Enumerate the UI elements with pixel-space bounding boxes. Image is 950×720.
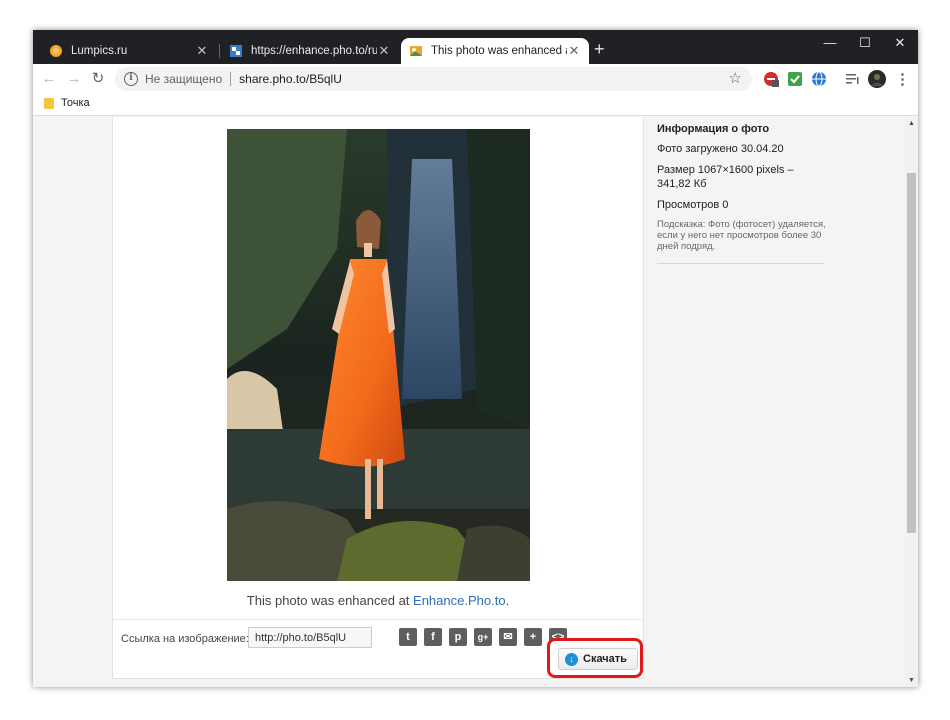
scroll-thumb[interactable] — [907, 173, 916, 533]
download-arrow-icon: ↓ — [565, 652, 578, 666]
bookmarks-bar: Точка — [33, 94, 918, 116]
pinterest-icon[interactable]: p — [449, 628, 467, 646]
close-tab-icon[interactable]: ✕ — [567, 43, 581, 59]
browser-window: Lumpics.ru ✕ https://enhance.pho.to/ru/ … — [33, 30, 918, 687]
browser-toolbar: ← → ↻ i Не защищено share.pho.to/B5qlU ☆… — [33, 64, 918, 94]
reading-list-icon[interactable] — [844, 71, 860, 87]
tab-strip: Lumpics.ru ✕ https://enhance.pho.to/ru/ … — [33, 30, 918, 64]
caption-period: . — [505, 593, 510, 608]
folder-icon — [44, 97, 54, 109]
adblock-extension-icon[interactable] — [763, 71, 779, 87]
close-tab-icon[interactable]: ✕ — [195, 43, 209, 59]
vpn-globe-icon[interactable] — [811, 71, 827, 87]
address-bar[interactable]: i Не защищено share.pho.to/B5qlU ☆ — [115, 67, 752, 91]
forward-icon[interactable]: → — [64, 69, 84, 89]
url-text[interactable]: share.pho.to/B5qlU — [239, 72, 342, 86]
twitter-icon[interactable]: t — [399, 628, 417, 646]
download-label: Скачать — [583, 653, 627, 665]
check-extension-icon[interactable] — [787, 71, 803, 87]
photo-size: Размер 1067×1600 pixels – 341,82 Кб — [657, 164, 794, 190]
info-divider — [657, 263, 824, 264]
card-divider — [113, 619, 643, 620]
deletion-hint: Подсказка: Фото (фотосет) удаляется, есл… — [657, 219, 826, 252]
enhance-favicon-icon — [230, 45, 242, 57]
bookmark-star-icon[interactable]: ☆ — [729, 69, 742, 87]
enhance-link[interactable]: Enhance.Pho.to — [413, 593, 506, 608]
download-button[interactable]: ↓ Скачать — [558, 648, 638, 670]
add-more-icon[interactable]: + — [524, 628, 542, 646]
facebook-icon[interactable]: f — [424, 628, 442, 646]
back-icon[interactable]: ← — [39, 69, 59, 89]
info-title: Информация о фото — [657, 123, 770, 135]
upload-date: Фото загружено 30.04.20 — [657, 143, 784, 155]
google-plus-icon[interactable]: g+ — [474, 628, 492, 646]
tab-title: Lumpics.ru — [71, 45, 128, 57]
browser-menu-icon[interactable]: ⋮ — [895, 70, 910, 88]
security-status: Не защищено — [145, 72, 223, 86]
reload-icon[interactable]: ↻ — [88, 69, 108, 89]
photo-favicon-icon — [410, 46, 422, 56]
share-link-field[interactable] — [248, 627, 372, 648]
email-icon[interactable]: ✉ — [499, 628, 517, 646]
bookmark-label: Точка — [61, 97, 90, 109]
info-icon[interactable]: i — [124, 72, 138, 86]
photo-info-panel: Информация о фото Фото загружено 30.04.2… — [657, 123, 827, 264]
scroll-up-arrow-icon[interactable]: ▲ — [905, 117, 918, 130]
bookmark-folder[interactable]: Точка — [44, 97, 90, 109]
share-link-label: Ссылка на изображение: — [121, 633, 249, 645]
tab-title: This photo was enhanced at Enha — [431, 45, 567, 57]
download-highlight: ↓ Скачать — [547, 638, 643, 678]
profile-avatar[interactable] — [868, 70, 886, 88]
photo-caption: This photo was enhanced at Enhance.Pho.t… — [113, 593, 643, 608]
omnibox-divider — [230, 72, 232, 86]
close-window-icon[interactable]: ✕ — [890, 35, 910, 51]
enhanced-photo[interactable] — [227, 129, 530, 581]
page-content: This photo was enhanced at Enhance.Pho.t… — [33, 117, 905, 687]
view-count: Просмотров 0 — [657, 199, 729, 211]
photo-card: This photo was enhanced at Enhance.Pho.t… — [112, 117, 644, 679]
tab-enhance[interactable]: https://enhance.pho.to/ru/ ✕ — [221, 38, 399, 64]
lumpics-favicon-icon — [50, 45, 62, 57]
tab-lumpics[interactable]: Lumpics.ru ✕ — [41, 38, 217, 64]
tab-separator — [219, 44, 220, 58]
caption-text: This photo was enhanced at — [246, 593, 410, 608]
tab-title: https://enhance.pho.to/ru/ — [251, 45, 377, 57]
maximize-icon[interactable]: ☐ — [855, 35, 875, 51]
new-tab-icon[interactable]: + — [594, 39, 605, 60]
tab-photo-enhanced[interactable]: This photo was enhanced at Enha ✕ — [401, 38, 589, 64]
close-tab-icon[interactable]: ✕ — [377, 43, 391, 59]
scroll-down-arrow-icon[interactable]: ▼ — [905, 674, 918, 687]
minimize-icon[interactable]: — — [820, 35, 840, 50]
page-scrollbar[interactable]: ▲ ▼ — [905, 117, 918, 687]
